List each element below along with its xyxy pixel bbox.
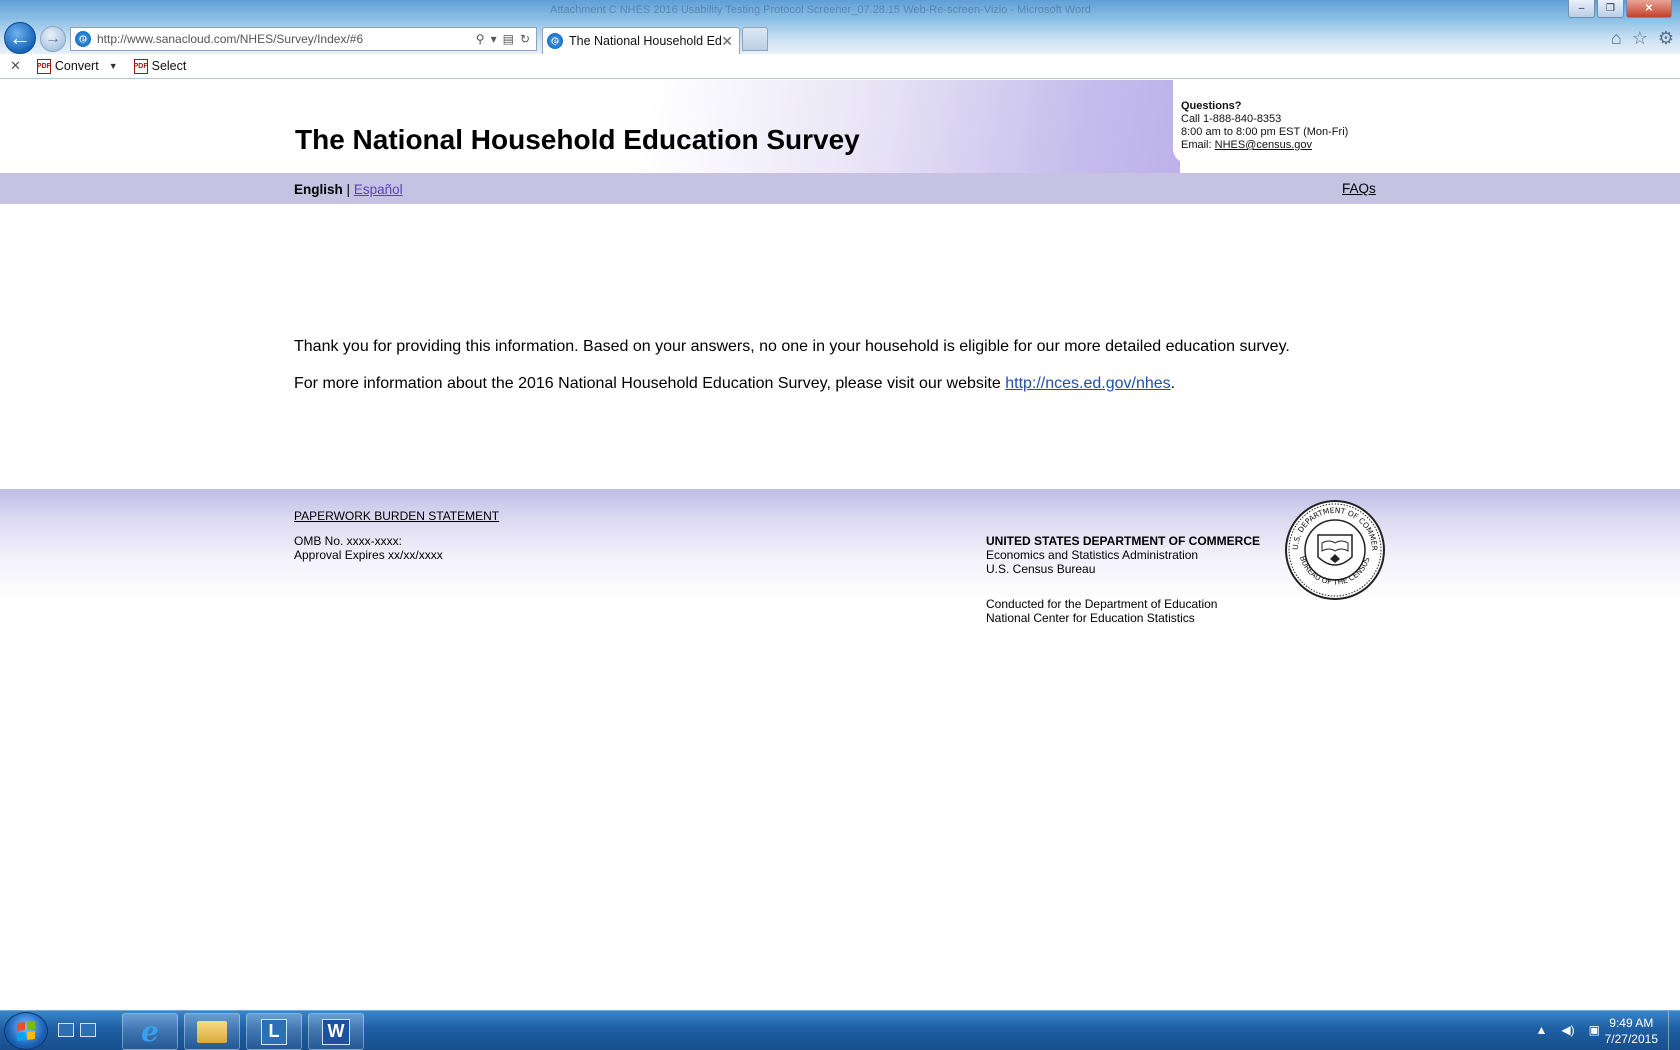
network-icon[interactable]: ▣ [1589, 1023, 1600, 1037]
taskbar-clock[interactable]: 9:49 AM 7/27/2015 [1605, 1015, 1658, 1047]
department-info: UNITED STATES DEPARTMENT OF COMMERCE Eco… [986, 534, 1260, 576]
tab-nhes[interactable]: e The National Household Ed... ✕ [542, 27, 740, 54]
tab-favicon: e [547, 33, 563, 49]
clock-date: 7/27/2015 [1604, 1032, 1658, 1046]
contact-heading: Questions? [1181, 100, 1242, 112]
period: . [1170, 375, 1176, 392]
contact-box: Questions? Call 1-888-840-8353 8:00 am t… [1173, 80, 1413, 163]
pdf-convert-icon: PDF [36, 58, 51, 74]
switch-windows-icon[interactable] [80, 1023, 96, 1037]
forward-arrow-icon: → [45, 30, 61, 47]
taskbar-windows-explorer[interactable] [184, 1013, 240, 1050]
chevron-down-icon[interactable]: ▼ [109, 61, 118, 71]
contact-email-row: Email: NHES@census.gov [1181, 139, 1413, 152]
show-desktop-button[interactable] [1668, 1011, 1680, 1050]
contact-phone: Call 1-888-840-8353 [1181, 113, 1282, 125]
quick-launch [58, 1023, 96, 1037]
convert-label: Convert [54, 59, 99, 73]
paperwork-burden-link[interactable]: PAPERWORK BURDEN STATEMENT [294, 509, 499, 523]
conducted-for: Conducted for the Department of Educatio… [986, 597, 1217, 625]
site-footer: PAPERWORK BURDEN STATEMENT OMB No. xxxx-… [0, 489, 1680, 639]
command-bar: ✕ PDF Convert ▼ PDF Select [0, 54, 1680, 79]
census-bureau-seal-icon: U.S. DEPARTMENT OF COMMERCE BUREAU OF TH… [1284, 499, 1385, 600]
clock-time: 9:49 AM [1609, 1016, 1654, 1030]
address-bar[interactable]: e http://www.sanacloud.com/NHES/Survey/I… [70, 27, 537, 51]
compat-view-icon[interactable]: ▤ [503, 32, 514, 46]
taskbar-internet-explorer[interactable]: e [122, 1013, 178, 1050]
ie-page-icon: e [75, 31, 91, 47]
select-button[interactable]: PDF Select [133, 58, 187, 74]
tab-title: The National Household Ed... [569, 34, 722, 48]
dropdown-icon[interactable]: ▾ [491, 32, 497, 46]
window-controls: – ❐ ✕ [1568, 0, 1672, 18]
language-bar: English | Español FAQs [0, 173, 1680, 204]
show-hidden-icons-icon[interactable]: ▲ [1536, 1023, 1548, 1037]
bureau-name: U.S. Census Bureau [986, 562, 1096, 576]
back-arrow-icon: ← [9, 25, 31, 50]
url-text[interactable]: http://www.sanacloud.com/NHES/Survey/Ind… [97, 32, 476, 46]
convert-button[interactable]: PDF Convert ▼ [36, 58, 118, 74]
taskbar-lync[interactable]: L [246, 1013, 302, 1050]
esa-name: Economics and Statistics Administration [986, 548, 1199, 562]
contact-hours: 8:00 am to 8:00 pm EST (Mon-Fri) [1181, 126, 1349, 138]
site-title: The National Household Education Survey [295, 124, 860, 155]
site-header: The National Household Education Survey … [0, 80, 1680, 173]
new-tab-button[interactable] [742, 27, 768, 51]
favorites-star-icon[interactable]: ☆ [1632, 28, 1648, 49]
folder-icon [197, 1020, 227, 1043]
lync-icon: L [261, 1018, 287, 1045]
close-toolbar-icon[interactable]: ✕ [10, 58, 21, 74]
faqs-link[interactable]: FAQs [1342, 181, 1376, 196]
volume-icon[interactable]: ◀) [1561, 1023, 1574, 1037]
address-bar-icons: ⚲ ▾ ▤ ↻ [476, 32, 530, 46]
forward-button[interactable]: → [40, 26, 66, 52]
email-link[interactable]: NHES@census.gov [1215, 139, 1312, 151]
system-tray: ▲ ◀) ▣ [1536, 1023, 1600, 1037]
select-label: Select [151, 59, 187, 73]
windows-logo-icon [17, 1021, 35, 1041]
department-name: UNITED STATES DEPARTMENT OF COMMERCE [986, 534, 1260, 548]
language-separator: | [346, 182, 351, 197]
tab-close-icon[interactable]: ✕ [721, 33, 733, 50]
pdf-select-icon: PDF [133, 58, 148, 74]
word-icon: W [322, 1018, 350, 1045]
tools-gear-icon[interactable]: ⚙ [1658, 28, 1674, 49]
more-info-message: For more information about the 2016 Nati… [294, 373, 1394, 395]
restore-button[interactable]: ❐ [1597, 0, 1624, 18]
language-switcher: English | Español [294, 182, 403, 197]
minimize-button[interactable]: – [1568, 0, 1595, 18]
taskbar-word[interactable]: W [308, 1013, 364, 1050]
main-content: Thank you for providing this information… [294, 336, 1394, 410]
show-desktop-icon[interactable] [58, 1023, 74, 1037]
ineligible-message: Thank you for providing this information… [294, 338, 1290, 355]
spanish-link[interactable]: Español [354, 182, 403, 197]
home-icon[interactable]: ⌂ [1611, 28, 1622, 49]
omb-number: OMB No. xxxx-xxxx: [294, 534, 403, 548]
windows-taskbar: e L W ▲ ◀) ▣ 9:49 AM 7/27/2015 [0, 1010, 1680, 1050]
window-title: Attachment C NHES 2016 Usability Testing… [550, 4, 1091, 16]
approval-expires: Approval Expires xx/xx/xxxx [294, 548, 443, 562]
window-titlebar: Attachment C NHES 2016 Usability Testing… [0, 0, 1680, 54]
omb-info: OMB No. xxxx-xxxx: Approval Expires xx/x… [294, 534, 443, 562]
more-info-text: For more information about the 2016 Nati… [294, 375, 1001, 392]
refresh-icon[interactable]: ↻ [520, 32, 530, 46]
nhes-website-link[interactable]: http://nces.ed.gov/nhes [1005, 375, 1170, 392]
close-window-button[interactable]: ✕ [1626, 0, 1672, 18]
search-icon[interactable]: ⚲ [476, 32, 485, 46]
conducted-line-1: Conducted for the Department of Educatio… [986, 597, 1218, 611]
start-button[interactable] [4, 1012, 48, 1050]
back-button[interactable]: ← [4, 22, 36, 54]
browser-toolbar-right: ⌂ ☆ ⚙ [1611, 28, 1674, 49]
conducted-line-2: National Center for Education Statistics [986, 611, 1195, 625]
email-label: Email: [1181, 139, 1212, 151]
internet-explorer-icon: e [141, 1015, 159, 1048]
english-label: English [294, 182, 343, 197]
